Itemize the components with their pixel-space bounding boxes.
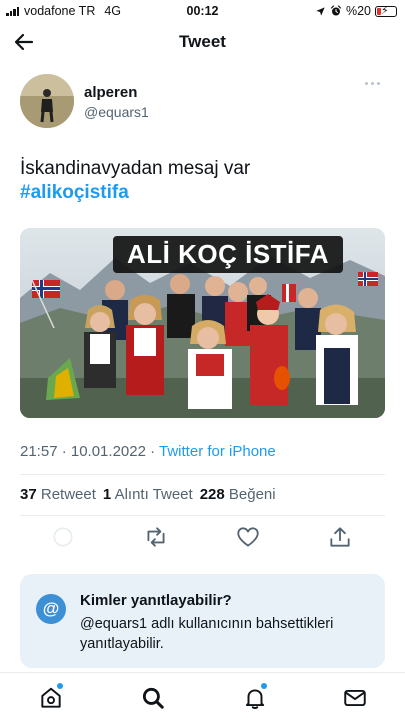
- tweet-source-link[interactable]: Twitter for iPhone: [159, 443, 276, 460]
- alarm-icon: [330, 5, 342, 16]
- share-icon: [330, 527, 350, 547]
- home-notification-dot: [57, 683, 63, 689]
- tweet-meta: 21:57 · 10.01.2022 · Twitter for iPhone: [20, 443, 276, 460]
- tab-messages[interactable]: [342, 685, 368, 711]
- tweet-time: 21:57 · 10.01.2022 ·: [20, 443, 156, 460]
- likes-stat[interactable]: 228 Beğeni: [200, 486, 276, 503]
- retweet-icon: [147, 527, 165, 547]
- battery-percent: %20: [345, 4, 371, 18]
- likes-count: 228: [199, 486, 225, 503]
- tweet-actions: [20, 524, 385, 550]
- quotes-stat[interactable]: 1 Alıntı Tweet: [103, 486, 193, 503]
- reply-restriction-title: Kimler yanıtlayabilir?: [80, 592, 232, 609]
- notifications-dot: [261, 683, 267, 689]
- mention-icon: @: [36, 594, 66, 624]
- tab-bar: [0, 672, 405, 720]
- page-title: Tweet: [179, 32, 226, 51]
- quotes-label: Alıntı Tweet: [114, 486, 193, 503]
- reply-restriction-description: @equars1 adlı kullanıcının bahsettikleri…: [80, 616, 334, 652]
- more-icon[interactable]: [365, 82, 385, 92]
- user-handle[interactable]: @equars1: [84, 104, 149, 120]
- tab-notifications[interactable]: [242, 683, 268, 711]
- retweets-stat[interactable]: 37 Retweet: [20, 486, 96, 503]
- status-right: %20 ⚡: [315, 4, 397, 18]
- nav-header: Tweet: [0, 26, 405, 58]
- retweets-count: 37: [20, 486, 37, 503]
- search-icon: [142, 687, 164, 709]
- like-button[interactable]: [235, 524, 261, 550]
- divider: [20, 474, 385, 475]
- tweet-stats: 37 Retweet 1 Alıntı Tweet 228 Beğeni: [20, 486, 276, 503]
- tab-search[interactable]: [140, 685, 166, 711]
- share-button[interactable]: [327, 524, 353, 550]
- divider: [20, 515, 385, 516]
- avatar-image: [20, 74, 74, 128]
- avatar[interactable]: [20, 74, 74, 128]
- reply-icon: [53, 527, 73, 547]
- retweets-label: Retweet: [40, 486, 96, 503]
- charging-icon: ⚡: [381, 4, 389, 17]
- tweet-text: İskandinavyadan mesaj var: [20, 158, 251, 179]
- retweet-button[interactable]: [143, 524, 169, 550]
- tab-home[interactable]: [38, 683, 64, 711]
- reply-restriction-card: @ Kimler yanıtlayabilir? @equars1 adlı k…: [20, 574, 385, 668]
- user-name[interactable]: alperen: [84, 84, 137, 101]
- status-bar: vodafone TR 4G 00:12 %20 ⚡: [0, 0, 405, 22]
- location-icon: [316, 6, 325, 16]
- battery-icon: ⚡: [375, 4, 397, 17]
- tweet-media[interactable]: ALİ KOÇ İSTİFA: [20, 228, 385, 418]
- hashtag-link[interactable]: #alikoçistifa: [20, 182, 129, 204]
- mail-icon: [344, 689, 366, 707]
- heart-icon: [237, 527, 259, 547]
- quotes-count: 1: [102, 486, 112, 503]
- media-caption: ALİ KOÇ İSTİFA: [113, 236, 343, 273]
- reply-button[interactable]: [50, 524, 76, 550]
- likes-label: Beğeni: [228, 486, 276, 503]
